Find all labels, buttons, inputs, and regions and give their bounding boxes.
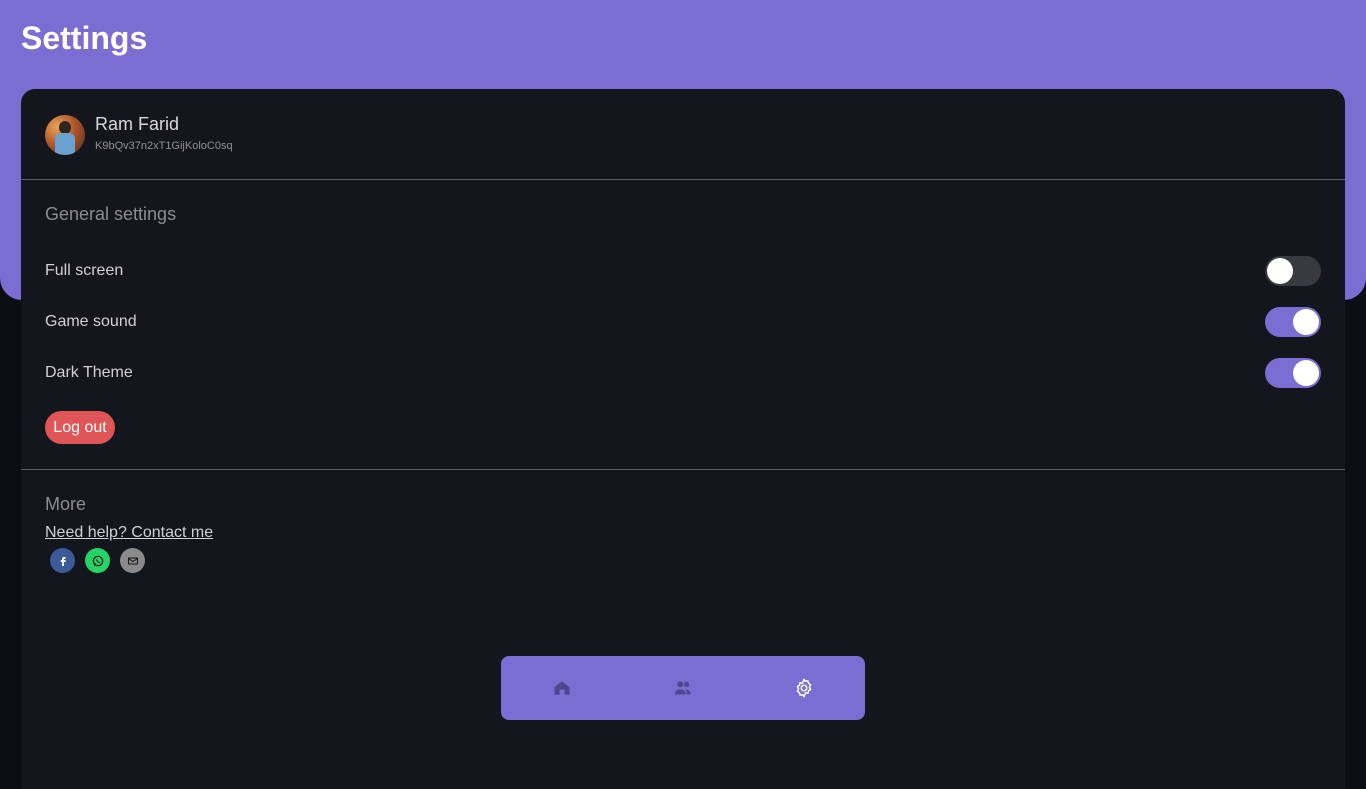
profile: Ram Farid K9bQv37n2xT1GijKoloC0sq	[45, 113, 445, 155]
friends-icon[interactable]	[667, 672, 699, 704]
game-sound-toggle[interactable]	[1265, 307, 1321, 337]
general-settings-title: General settings	[45, 204, 177, 224]
facebook-icon[interactable]	[50, 548, 75, 573]
mail-icon[interactable]	[120, 548, 145, 573]
logout-button[interactable]: Log out	[45, 411, 115, 444]
divider	[21, 179, 1345, 180]
more-title: More	[45, 494, 87, 514]
avatar	[45, 115, 85, 155]
setting-row-full-screen: Full screen	[45, 256, 1321, 286]
whatsapp-icon[interactable]	[85, 548, 110, 573]
setting-label: Full screen	[45, 262, 124, 279]
bottom-nav	[501, 656, 865, 720]
full-screen-toggle[interactable]	[1265, 256, 1321, 286]
help-contact-link[interactable]: Need help? Contact me	[45, 524, 213, 542]
dark-theme-toggle[interactable]	[1265, 358, 1321, 388]
page-title: Settings	[21, 20, 148, 56]
setting-label: Game sound	[45, 313, 137, 330]
setting-row-game-sound: Game sound	[45, 307, 1321, 337]
divider	[21, 469, 1345, 470]
profile-name: Ram Farid	[95, 114, 180, 134]
settings-icon[interactable]	[788, 672, 820, 704]
profile-id: K9bQv37n2xT1GijKoloC0sq	[95, 140, 233, 152]
setting-row-dark-theme: Dark Theme	[45, 358, 1321, 388]
setting-label: Dark Theme	[45, 364, 133, 381]
home-icon[interactable]	[546, 672, 578, 704]
